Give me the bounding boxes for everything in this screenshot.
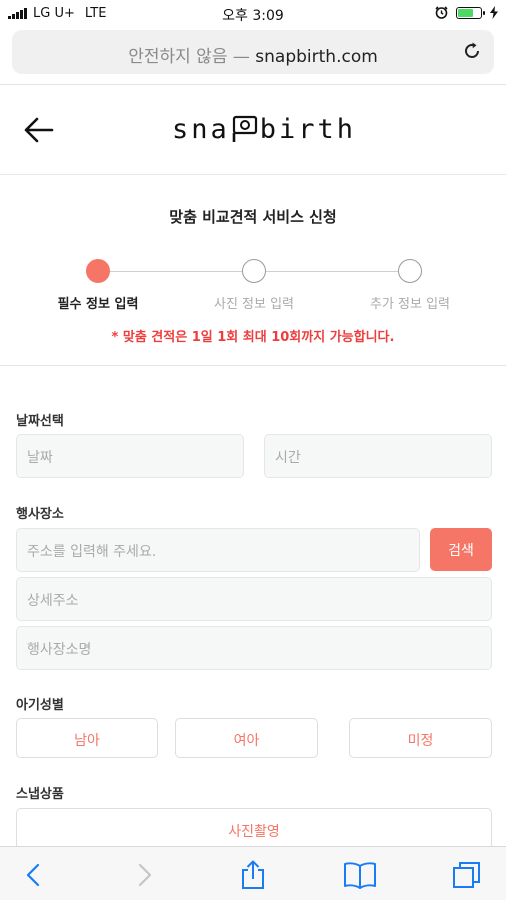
product-section-label: 스냅상품 <box>16 787 64 802</box>
toolbar-forward-button[interactable] <box>128 859 162 891</box>
toolbar-tabs-button[interactable] <box>450 859 484 891</box>
url-text[interactable]: 안전하지 않음 — snapbirth.com <box>12 42 494 67</box>
address-field[interactable]: 주소를 입력해 주세요. <box>16 528 420 572</box>
logo-text-left: sna <box>172 114 230 145</box>
back-icon <box>26 863 40 887</box>
gender-option-girl[interactable]: 여아 <box>175 718 318 758</box>
tabs-icon <box>453 862 480 888</box>
toolbar-back-button[interactable] <box>16 859 50 891</box>
gender-option-boy[interactable]: 남아 <box>16 718 158 758</box>
address-search-button[interactable]: 검색 <box>430 528 492 571</box>
venue-section-label: 행사장소 <box>16 507 64 522</box>
detail-address-field[interactable]: 상세주소 <box>16 577 492 621</box>
page-header: sna birth <box>0 85 506 175</box>
toolbar-share-button[interactable] <box>236 859 270 891</box>
step-3-label: 추가 정보 입력 <box>369 297 451 312</box>
toolbar-bookmarks-button[interactable] <box>343 859 377 891</box>
reload-icon[interactable] <box>462 41 482 61</box>
forward-icon <box>138 863 152 887</box>
camera-logo-icon <box>232 115 257 142</box>
gender-section-label: 아기성별 <box>16 698 64 713</box>
address-bar[interactable]: 안전하지 않음 — snapbirth.com <box>12 30 494 74</box>
bookmarks-icon <box>344 862 376 889</box>
back-arrow-icon[interactable] <box>22 115 56 145</box>
snapbirth-logo[interactable]: sna birth <box>172 113 356 145</box>
browser-address-area: 안전하지 않음 — snapbirth.com <box>0 28 506 84</box>
date-field[interactable]: 날짜 <box>16 434 244 478</box>
gender-option-undecided[interactable]: 미정 <box>349 718 492 758</box>
venue-name-field[interactable]: 행사장소명 <box>16 626 492 670</box>
page-title: 맞춤 비교견적 서비스 신청 <box>169 208 337 226</box>
share-icon <box>242 860 264 889</box>
battery-icon <box>456 6 485 19</box>
charging-icon <box>490 6 498 19</box>
step-2-dot <box>242 259 266 283</box>
time-field[interactable]: 시간 <box>264 434 492 478</box>
clock: 오후 3:09 <box>222 8 284 24</box>
browser-toolbar <box>0 846 506 900</box>
date-section-label: 날짜선택 <box>16 414 64 429</box>
security-label: 안전하지 않음 — <box>128 47 250 67</box>
logo-text-right: birth <box>259 114 357 145</box>
step-2-label: 사진 정보 입력 <box>213 297 295 312</box>
status-icons <box>435 6 498 19</box>
limit-notice: * 맞춤 견적은 1일 1회 최대 10회까지 가능합니다. <box>111 330 395 345</box>
domain-text: snapbirth.com <box>255 47 378 67</box>
step-1-dot <box>86 259 110 283</box>
section-divider <box>0 365 506 366</box>
step-3-dot <box>398 259 422 283</box>
step-1-label: 필수 정보 입력 <box>57 297 139 312</box>
alarm-icon <box>435 6 448 19</box>
status-bar: LG U+ LTE 오후 3:09 <box>0 0 506 28</box>
